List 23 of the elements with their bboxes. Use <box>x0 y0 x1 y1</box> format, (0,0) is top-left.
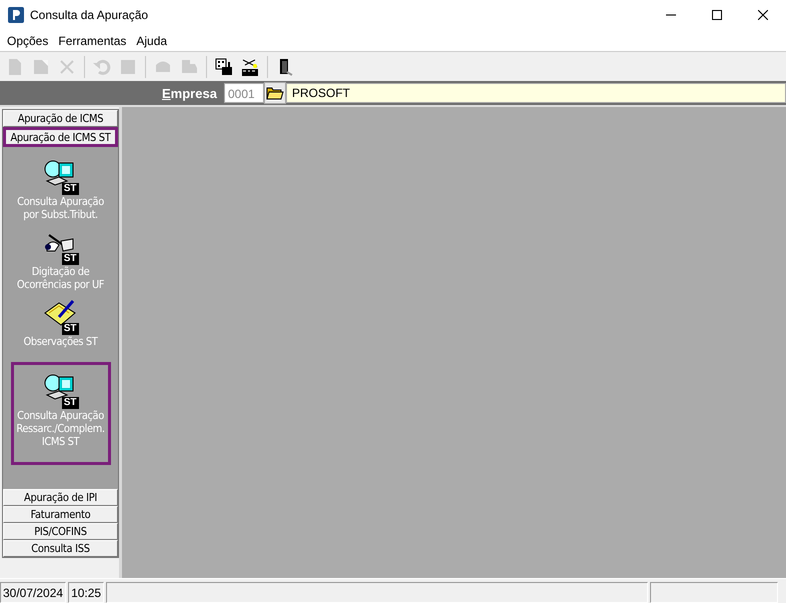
open-folder-button[interactable] <box>264 82 286 104</box>
maximize-icon[interactable] <box>712 10 722 20</box>
section-tab[interactable]: Apuração de ICMS <box>3 110 118 127</box>
status-panel: 30/07/2024 <box>0 582 66 603</box>
nav-item[interactable]: ST Digitação de Ocorrências por UF <box>3 227 118 293</box>
nav-item[interactable]: ST Consulta Apuração por Subst.Tribut. <box>3 157 118 223</box>
section-tab[interactable]: Faturamento <box>3 506 118 523</box>
nav-item[interactable]: ST Consulta Apuração Ressarc./Complem. ICMS ST <box>10 362 110 465</box>
section-tab[interactable]: Apuração de IPI <box>3 489 118 506</box>
company-name-field[interactable]: PROSOFT <box>286 83 786 103</box>
nav-item[interactable]: ST Observações ST <box>3 297 118 350</box>
section-tab[interactable]: Consulta ISS <box>3 540 118 557</box>
company-label: Empresa <box>162 86 218 100</box>
company-code-field[interactable]: 0001 <box>224 83 264 103</box>
menu-item[interactable]: Ajuda <box>131 34 172 48</box>
menu-item[interactable]: Opções <box>2 34 54 48</box>
section-tab[interactable]: PIS/COFINS <box>3 523 118 540</box>
window-title: Consulta da Apuração <box>30 8 150 22</box>
app-logo-icon <box>8 7 24 23</box>
status-panel: 10:25 <box>68 582 104 603</box>
section-tab[interactable]: Apuração de ICMS ST <box>3 127 118 147</box>
close-icon[interactable] <box>758 10 768 20</box>
menu-item[interactable]: Ferramentas <box>53 34 132 48</box>
